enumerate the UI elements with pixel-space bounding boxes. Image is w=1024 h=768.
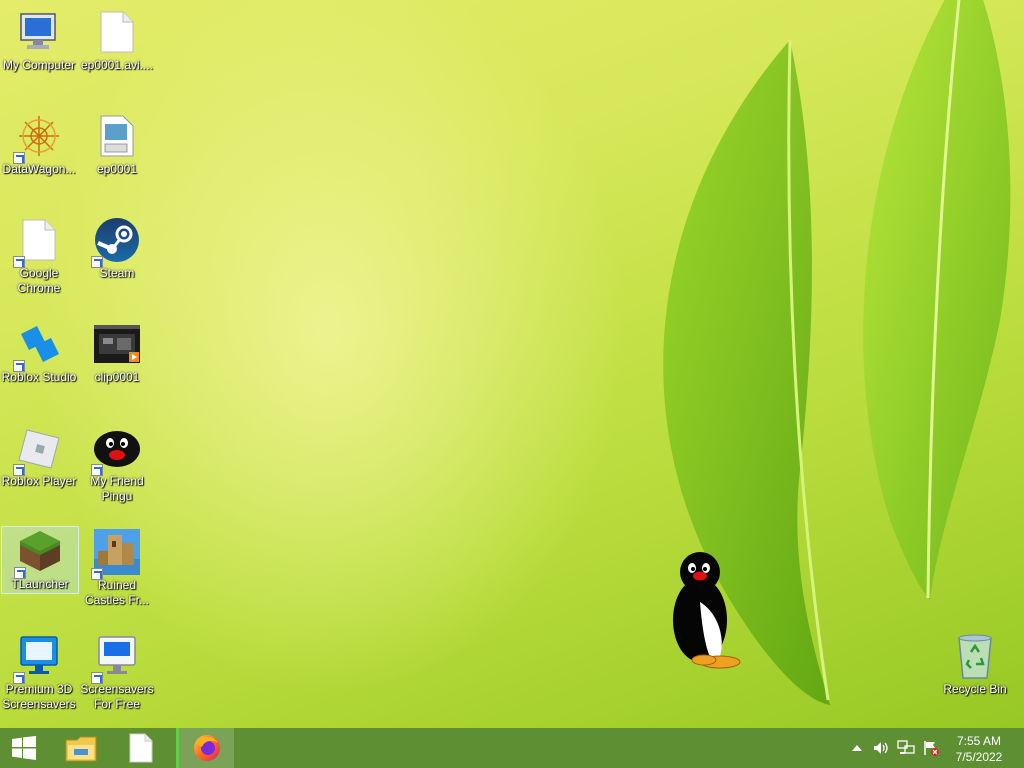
desktop-icon-label: Ruined Castles Fr... xyxy=(84,578,149,607)
network-icon xyxy=(897,740,915,754)
start-button[interactable] xyxy=(0,728,48,768)
desktop-icon-my-friend-pingu[interactable]: My Friend Pingu xyxy=(78,424,156,504)
desktop-icon-label: Google Chrome xyxy=(17,266,61,295)
desktop-icon-ep0001-avi-file[interactable]: ep0001.avi.... xyxy=(78,8,156,73)
castle-picture-icon xyxy=(91,528,141,580)
desktop-icon-label: clip0001 xyxy=(94,370,140,384)
shortcut-arrow-icon xyxy=(13,672,25,684)
recycle-bin-icon xyxy=(951,632,999,680)
desktop-icon-label: Recycle Bin xyxy=(943,682,1007,696)
shortcut-arrow-icon xyxy=(13,464,25,476)
desktop-icon-label: ep0001 xyxy=(96,162,138,176)
chevron-up-icon xyxy=(852,745,862,751)
taskbar xyxy=(0,728,1024,768)
grass-block-icon xyxy=(14,527,64,579)
desktop-icon-clip0001[interactable]: clip0001 xyxy=(78,320,156,385)
desktop-icon-google-chrome[interactable]: Google Chrome xyxy=(0,216,78,296)
desktop-icon-recycle-bin[interactable]: Recycle Bin xyxy=(936,632,1014,697)
desktop-icon-ep0001[interactable]: ep0001 xyxy=(78,112,156,177)
clock-date: 7/5/2022 xyxy=(955,750,1003,764)
blank-file-icon xyxy=(13,216,63,268)
pingu-icon xyxy=(91,424,141,476)
roblox-studio-icon xyxy=(13,320,63,372)
firefox-icon xyxy=(193,735,220,761)
network-button[interactable] xyxy=(894,728,918,768)
shortcut-arrow-icon xyxy=(91,672,103,684)
desktop-icon-label: ep0001.avi.... xyxy=(80,58,154,72)
desktop-icon-label: My Computer xyxy=(2,58,76,72)
steam-icon xyxy=(91,216,141,268)
pingu-desktop-pet[interactable] xyxy=(668,548,748,674)
roblox-player-icon xyxy=(13,424,63,476)
avi-video-file-icon xyxy=(93,112,141,160)
desktop-icon-steam[interactable]: Steam xyxy=(78,216,156,281)
desktop-icon-label: My Friend Pingu xyxy=(90,474,144,503)
desktop-icon-label: TLauncher xyxy=(11,577,69,591)
computer-icon xyxy=(15,8,63,56)
shortcut-arrow-icon xyxy=(91,568,103,580)
desktop-icon-label: Screensavers For Free xyxy=(80,682,154,711)
monitor-icon xyxy=(13,632,63,684)
desktop-wallpaper: My Computer DataWagon... Google Chrome R… xyxy=(0,0,1024,728)
desktop-icon-label: Steam xyxy=(99,266,135,280)
blank-file-icon xyxy=(93,8,141,56)
monitor-icon xyxy=(91,632,141,684)
shortcut-arrow-icon xyxy=(91,256,103,268)
desktop-icon-screensavers-for-free[interactable]: Screensavers For Free xyxy=(78,632,156,712)
flag-alert-icon xyxy=(924,741,939,756)
windows-logo-icon xyxy=(12,736,36,760)
desktop-icon-ruined-castles[interactable]: Ruined Castles Fr... xyxy=(78,528,156,608)
taskbar-file-explorer-button[interactable] xyxy=(58,728,104,768)
taskbar-clock[interactable]: 7:55 AM 7/5/2022 xyxy=(946,733,1012,765)
desktop-icon-datawagon[interactable]: DataWagon... xyxy=(0,112,78,177)
desktop-icon-premium-3d-screensavers[interactable]: Premium 3D Screensavers xyxy=(0,632,78,712)
desktop-icon-label: Roblox Studio xyxy=(1,370,77,384)
shortcut-arrow-icon xyxy=(13,152,25,164)
desktop-icon-label: Premium 3D Screensavers xyxy=(2,682,76,711)
desktop-icon-label: Roblox Player xyxy=(1,474,77,488)
shortcut-arrow-icon xyxy=(14,567,26,579)
desktop-icon-tlauncher[interactable]: TLauncher xyxy=(1,526,79,594)
shortcut-arrow-icon xyxy=(91,464,103,476)
shortcut-arrow-icon xyxy=(13,256,25,268)
taskbar-firefox-button[interactable] xyxy=(176,728,234,768)
shortcut-arrow-icon xyxy=(13,360,25,372)
file-explorer-icon xyxy=(65,736,97,762)
desktop-icon-roblox-studio[interactable]: Roblox Studio xyxy=(0,320,78,385)
clock-time: 7:55 AM xyxy=(956,734,1002,748)
taskbar-pinned-file-button[interactable] xyxy=(118,728,164,768)
starburst-icon xyxy=(13,112,63,164)
speaker-icon xyxy=(874,742,888,754)
leaf-wallpaper-art xyxy=(663,0,1011,705)
desktop-icon-label: DataWagon... xyxy=(2,162,76,176)
show-hidden-icons-button[interactable] xyxy=(848,728,866,768)
volume-button[interactable] xyxy=(870,728,892,768)
desktop-icon-my-computer[interactable]: My Computer xyxy=(0,8,78,73)
blank-file-icon xyxy=(129,733,153,763)
desktop-icon-roblox-player[interactable]: Roblox Player xyxy=(0,424,78,489)
video-thumbnail-icon xyxy=(93,320,141,368)
action-center-button[interactable] xyxy=(920,728,942,768)
